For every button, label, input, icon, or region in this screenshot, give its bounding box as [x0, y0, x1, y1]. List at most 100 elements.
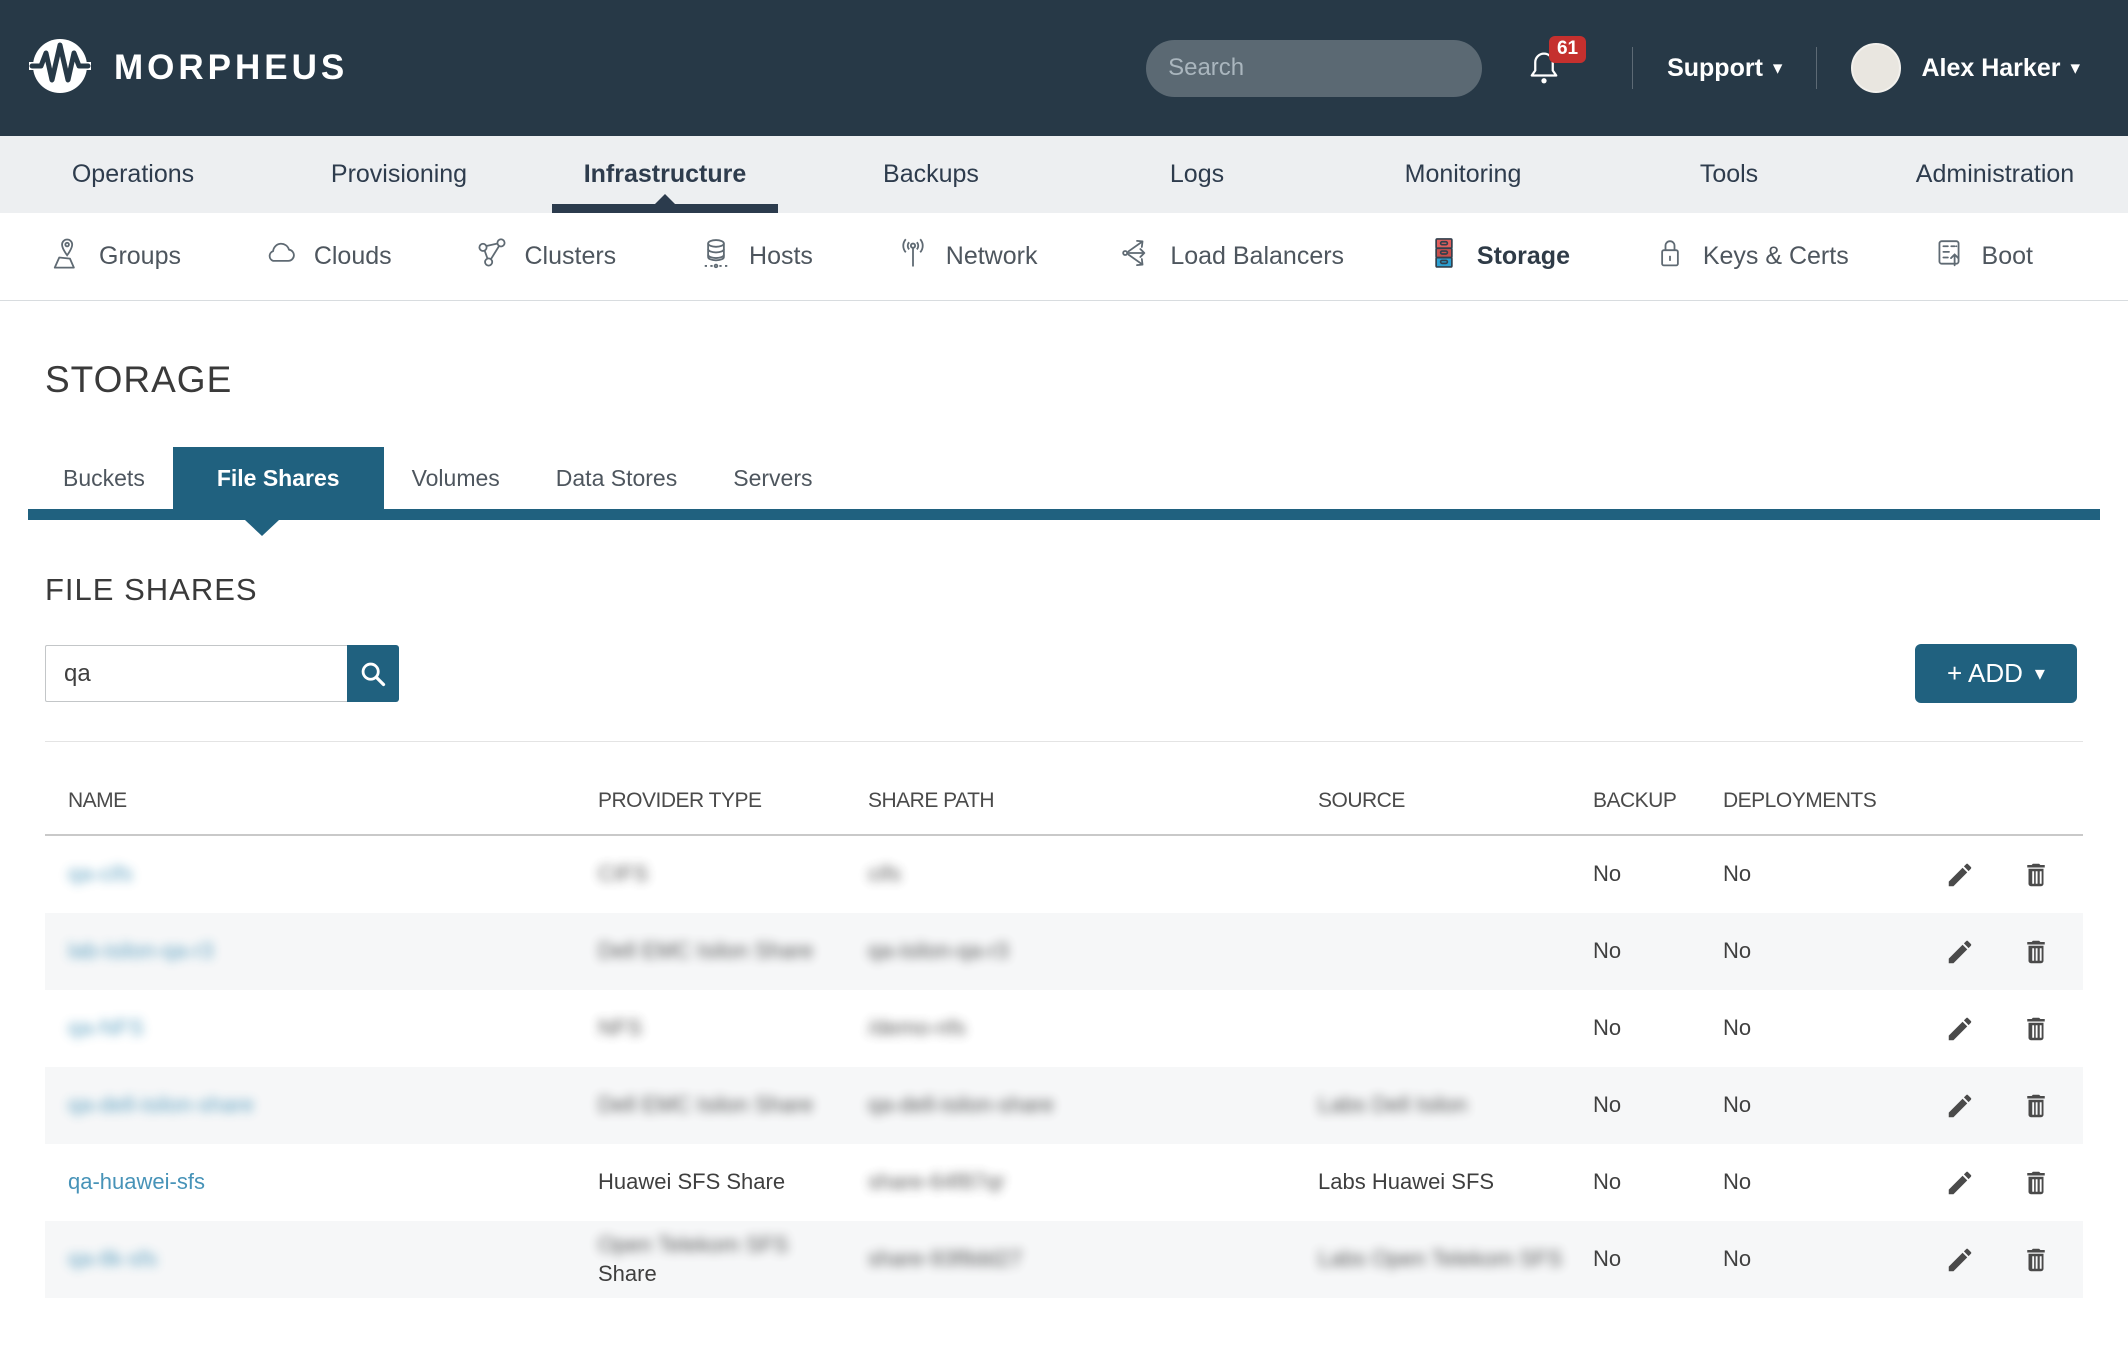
source-cell: Labs Open Telekom SFS — [1318, 1246, 1593, 1272]
drawer-cabinet-icon — [1426, 235, 1462, 278]
delete-trash-icon[interactable] — [2021, 1091, 2051, 1121]
delete-trash-icon[interactable] — [2021, 1245, 2051, 1275]
nav-operations[interactable]: Operations — [0, 136, 266, 213]
backup-cell: No — [1593, 1092, 1723, 1118]
tab-volumes[interactable]: Volumes — [384, 447, 528, 509]
divider — [45, 741, 2083, 742]
share-name-link[interactable]: qa-dell-isilon-share — [68, 1092, 598, 1118]
share-name-link[interactable]: qa-NFS — [68, 1015, 598, 1041]
add-file-share-button[interactable]: + ADD ▾ — [1915, 644, 2077, 703]
share-name-link[interactable]: qa-tlk-sfs — [68, 1246, 598, 1272]
edit-pencil-icon[interactable] — [1945, 1168, 1975, 1198]
subnav-clusters[interactable]: Clusters — [474, 235, 617, 278]
map-pin-icon — [48, 235, 84, 278]
storage-tabs: Buckets File Shares Volumes Data Stores … — [45, 447, 2083, 509]
padlock-icon — [1652, 235, 1688, 278]
tab-file-shares[interactable]: File Shares — [173, 447, 384, 509]
nav-monitoring[interactable]: Monitoring — [1330, 136, 1596, 213]
subnav-keys-certs[interactable]: Keys & Certs — [1652, 235, 1849, 278]
share-path-cell: qa-dell-isilon-share — [868, 1092, 1318, 1118]
nav-administration[interactable]: Administration — [1862, 136, 2128, 213]
backup-cell: No — [1593, 938, 1723, 964]
divider — [1816, 47, 1817, 89]
cloud-icon — [263, 235, 299, 278]
global-search[interactable] — [1146, 40, 1482, 97]
notification-count-badge: 61 — [1549, 36, 1586, 63]
share-name-link[interactable]: lab-isilon-qa-r3 — [68, 938, 598, 964]
subnav-load-balancers[interactable]: Load Balancers — [1119, 235, 1344, 278]
subnav-label: Groups — [99, 242, 181, 271]
subnav-storage[interactable]: Storage — [1426, 235, 1570, 278]
search-icon — [359, 660, 387, 688]
row-actions — [1898, 860, 2083, 890]
subnav-label: Clusters — [525, 242, 617, 271]
row-actions — [1898, 1168, 2083, 1198]
support-menu[interactable]: Support ▾ — [1667, 54, 1782, 83]
share-name-link[interactable]: qa-huawei-sfs — [68, 1169, 598, 1195]
file-shares-search-input[interactable] — [45, 645, 347, 702]
provider-type-cell: Open Telekom SFSShare — [598, 1232, 868, 1287]
share-path-cell: share-93f8dd27 — [868, 1246, 1318, 1272]
share-path-cell: share-64f87qr — [868, 1169, 1318, 1195]
deployments-cell: No — [1723, 1246, 1898, 1272]
table-header-row: NAME PROVIDER TYPE SHARE PATH SOURCE BAC… — [45, 768, 2083, 836]
backup-cell: No — [1593, 1169, 1723, 1195]
row-actions — [1898, 1014, 2083, 1044]
tab-buckets[interactable]: Buckets — [45, 447, 173, 509]
user-menu[interactable]: Alex Harker ▾ — [1851, 43, 2080, 93]
delete-trash-icon[interactable] — [2021, 1014, 2051, 1044]
notifications-button[interactable]: 61 — [1524, 48, 1564, 88]
chevron-down-icon: ▾ — [2035, 661, 2045, 686]
table-row: qa-cifs CIFS cifs No No — [45, 836, 2083, 913]
morpheus-logo-icon — [28, 34, 92, 103]
global-search-input[interactable] — [1168, 54, 1478, 82]
subnav-hosts[interactable]: Hosts — [698, 235, 813, 278]
backup-cell: No — [1593, 1246, 1723, 1272]
delete-trash-icon[interactable] — [2021, 860, 2051, 890]
nav-provisioning[interactable]: Provisioning — [266, 136, 532, 213]
page-title: STORAGE — [45, 359, 2083, 401]
delete-trash-icon[interactable] — [2021, 1168, 2051, 1198]
row-actions — [1898, 1091, 2083, 1121]
col-backup: BACKUP — [1593, 789, 1723, 813]
edit-pencil-icon[interactable] — [1945, 1091, 1975, 1121]
provider-type-cell: Huawei SFS Share — [598, 1169, 868, 1195]
source-cell: Labs Huawei SFS — [1318, 1169, 1593, 1195]
row-actions — [1898, 1245, 2083, 1275]
antenna-icon — [895, 235, 931, 278]
delete-trash-icon[interactable] — [2021, 937, 2051, 967]
col-provider: PROVIDER TYPE — [598, 789, 868, 813]
subnav-boot[interactable]: Boot — [1931, 235, 2033, 278]
deployments-cell: No — [1723, 1169, 1898, 1195]
provider-type-cell: CIFS — [598, 861, 868, 887]
chevron-down-icon: ▾ — [2070, 57, 2080, 80]
nav-infrastructure[interactable]: Infrastructure — [532, 136, 798, 213]
nav-logs[interactable]: Logs — [1064, 136, 1330, 213]
tab-servers[interactable]: Servers — [705, 447, 840, 509]
col-name: NAME — [68, 789, 598, 813]
edit-pencil-icon[interactable] — [1945, 860, 1975, 890]
subnav-network[interactable]: Network — [895, 235, 1038, 278]
table-row: qa-huawei-sfs Huawei SFS Share share-64f… — [45, 1144, 2083, 1221]
table-row: qa-tlk-sfs Open Telekom SFSShare share-9… — [45, 1221, 2083, 1298]
share-name-link[interactable]: qa-cifs — [68, 861, 598, 887]
deployments-cell: No — [1723, 1015, 1898, 1041]
edit-pencil-icon[interactable] — [1945, 1014, 1975, 1044]
nav-tools[interactable]: Tools — [1596, 136, 1862, 213]
table-row: lab-isilon-qa-r3 Dell EMC Isilon Share q… — [45, 913, 2083, 990]
edit-pencil-icon[interactable] — [1945, 937, 1975, 967]
subnav-label: Load Balancers — [1170, 242, 1344, 271]
col-deployments: DEPLOYMENTS — [1723, 789, 1898, 813]
subnav-label: Boot — [1982, 242, 2033, 271]
subnav-groups[interactable]: Groups — [48, 235, 181, 278]
col-share-path: SHARE PATH — [868, 789, 1318, 813]
tab-data-stores[interactable]: Data Stores — [528, 447, 705, 509]
brand[interactable]: MORPHEUS — [28, 34, 348, 103]
add-button-label: + ADD — [1947, 658, 2023, 689]
edit-pencil-icon[interactable] — [1945, 1245, 1975, 1275]
provider-type-cell: Dell EMC Isilon Share — [598, 1092, 868, 1118]
file-shares-search-button[interactable] — [347, 645, 399, 702]
nav-backups[interactable]: Backups — [798, 136, 1064, 213]
subnav-clouds[interactable]: Clouds — [263, 235, 392, 278]
file-shares-toolbar: + ADD ▾ — [45, 644, 2083, 703]
